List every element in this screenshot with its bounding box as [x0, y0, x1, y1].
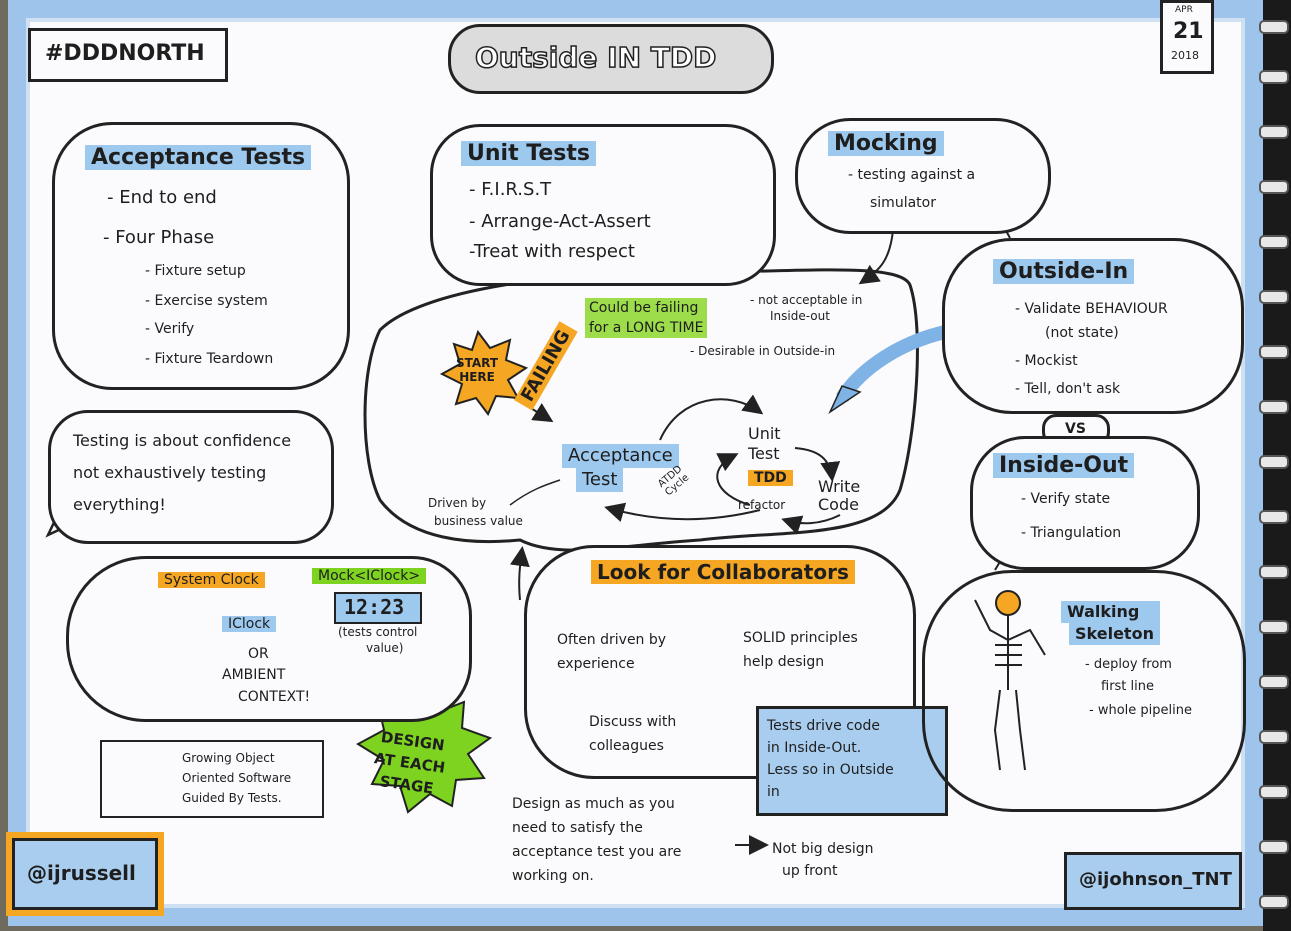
phase-item: - Verify — [145, 321, 195, 337]
confidence-line: Testing is about confidence — [73, 431, 292, 450]
write-code-node: Write Code — [818, 477, 861, 514]
mocking-bubble: Mocking - testing against a simulator — [795, 118, 1051, 234]
not-acceptable-note: - not acceptable in Inside-out — [750, 293, 863, 323]
phase-item: - Fixture Teardown — [145, 351, 274, 367]
unit-tests-bubble: Unit Tests - F.I.R.S.T - Arrange-Act-Ass… — [430, 124, 776, 286]
outside-in-item: (not state) — [1045, 325, 1119, 341]
date-year: 2018 — [1171, 49, 1199, 62]
unit-item: - Arrange-Act-Assert — [469, 211, 651, 232]
page-title: Outside IN TDD — [474, 40, 717, 75]
confidence-bubble: Testing is about confidence not exhausti… — [48, 410, 334, 544]
title-cloud: Outside IN TDD — [448, 24, 774, 94]
digital-clock-time: 12:23 — [344, 595, 405, 619]
author-left-box: @ijrussell — [12, 838, 158, 910]
book-reference-box: Growing Object Oriented Software Guided By… — [100, 740, 324, 818]
inside-out-bubble: Inside-Out - Verify state - Triangulatio… — [970, 436, 1200, 570]
hashtag-label: #DDDNORTH — [45, 41, 205, 66]
or-label: OR — [248, 646, 269, 662]
tdd-label: TDD — [748, 470, 793, 486]
walking-item: - deploy from — [1085, 657, 1172, 672]
driven-by-label: Driven by business value — [428, 496, 523, 528]
walking-skeleton-title: Walking Skeleton — [1061, 601, 1160, 645]
system-clock-label: System Clock — [158, 572, 265, 588]
acceptance-tests-bubble: Acceptance Tests - End to end - Four Pha… — [52, 122, 350, 390]
mocking-desc: - testing against a — [848, 167, 976, 183]
collaborators-title: Look for Collaborators — [591, 560, 855, 584]
tests-control-note: (tests control value) — [338, 625, 418, 655]
date-month: APR — [1175, 5, 1193, 15]
date-day: 21 — [1173, 19, 1204, 44]
unit-title: Unit Tests — [461, 141, 596, 166]
vs-label: VS — [1065, 421, 1086, 437]
walking-skeleton-bubble: Walking Skeleton - deploy from first lin… — [922, 570, 1246, 812]
solid-label: SOLID principles help design — [743, 630, 858, 670]
walking-item: - whole pipeline — [1089, 703, 1192, 718]
big-design-note: Not big design up front — [772, 841, 874, 879]
date-calendar: APR 21 2018 — [1160, 0, 1214, 74]
desirable-note: - Desirable in Outside-in — [690, 344, 836, 358]
inside-out-item: - Verify state — [1021, 491, 1111, 507]
hashtag-box: #DDDNORTH — [28, 28, 228, 82]
confidence-line: everything! — [73, 495, 166, 514]
outside-in-item: - Mockist — [1015, 353, 1078, 369]
acceptance-item: - Four Phase — [103, 227, 215, 248]
author-left: @ijrussell — [27, 861, 136, 885]
often-driven-label: Often driven by experience — [557, 632, 667, 672]
design-stage-label: DESIGN AT EACH STAGE — [373, 727, 447, 798]
refactor-node: refactor — [738, 498, 786, 512]
unit-item: - F.I.R.S.T — [469, 179, 552, 200]
failing-note: Could be failing for a LONG TIME — [585, 298, 708, 338]
iclock-label: IClock — [222, 616, 277, 632]
tests-drive-text: Tests drive code in Inside-Out. Less so i… — [767, 718, 894, 800]
unit-test-node: Unit Test — [748, 424, 781, 463]
phase-item: - Fixture setup — [145, 263, 246, 279]
book-title: Growing Object Oriented Software Guided By… — [182, 751, 292, 805]
outside-in-item: - Tell, don't ask — [1015, 381, 1121, 397]
digital-clock-display: 12:23 — [334, 592, 422, 624]
author-right-box: @ijohnson_TNT — [1064, 852, 1242, 910]
inside-out-title: Inside-Out — [993, 453, 1135, 478]
mock-clock-label: Mock<IClock> — [312, 568, 427, 584]
walking-item: first line — [1101, 679, 1154, 694]
outside-in-title: Outside-In — [993, 259, 1135, 284]
design-note: Design as much as you need to satisfy the… — [512, 796, 682, 884]
outside-in-item: - Validate BEHAVIOUR — [1015, 301, 1168, 317]
acceptance-item: - End to end — [107, 187, 217, 208]
acceptance-title: Acceptance Tests — [85, 145, 312, 170]
inside-out-item: - Triangulation — [1021, 525, 1122, 541]
unit-item: -Treat with respect — [469, 241, 635, 262]
outside-in-bubble: Outside-In - Validate BEHAVIOUR (not sta… — [942, 238, 1244, 414]
discuss-label: Discuss with colleagues — [589, 714, 677, 754]
tests-drive-box: Tests drive code in Inside-Out. Less so i… — [756, 706, 948, 816]
phase-item: - Exercise system — [145, 293, 268, 309]
mocking-title: Mocking — [828, 131, 944, 156]
start-here-label: START HERE — [456, 356, 499, 384]
mocking-desc: simulator — [870, 195, 936, 211]
author-right: @ijohnson_TNT — [1079, 869, 1232, 890]
ambient-context-label: AMBIENT CONTEXT! — [222, 667, 311, 705]
confidence-line: not exhaustively testing — [73, 463, 267, 482]
